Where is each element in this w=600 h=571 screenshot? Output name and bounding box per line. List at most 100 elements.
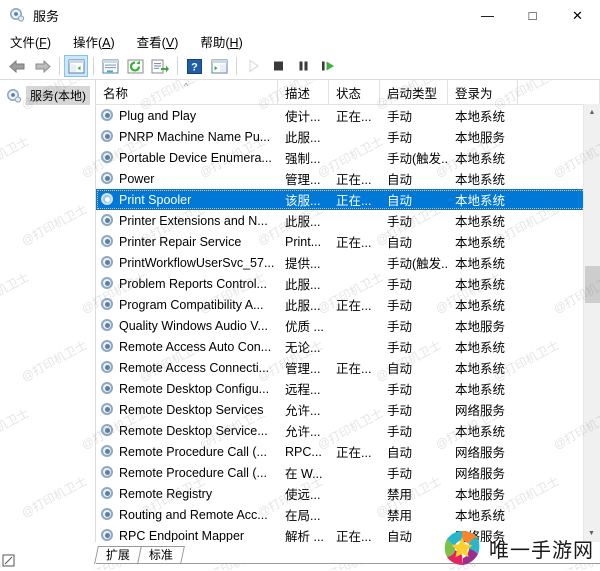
service-row[interactable]: Plug and Play使计...正在...手动本地系统: [96, 105, 600, 126]
column-header-logon[interactable]: 登录为: [448, 80, 518, 104]
scrollbar-thumb[interactable]: [585, 266, 600, 302]
service-gear-icon: [100, 360, 115, 375]
service-row[interactable]: Quality Windows Audio V...优质 ...手动本地服务: [96, 315, 600, 336]
column-header-state[interactable]: 状态: [329, 80, 380, 104]
service-description-cell: 远程...: [278, 378, 329, 399]
play-triangle-icon: [247, 59, 260, 73]
arrow-right-icon: [33, 59, 52, 74]
service-logon-as-cell: 本地系统: [448, 210, 518, 231]
service-status-cell: [329, 378, 380, 399]
toolbar-separator: [59, 57, 60, 75]
service-description-cell: RPC...: [278, 441, 329, 462]
service-row[interactable]: Remote Access Connecti...管理...正在...自动本地系…: [96, 357, 600, 378]
service-row[interactable]: Remote Desktop Service...允许...手动本地系统: [96, 420, 600, 441]
maximize-button[interactable]: □: [510, 0, 555, 30]
service-name-label: Power: [119, 172, 154, 186]
forward-button[interactable]: [30, 55, 54, 77]
service-gear-icon: [100, 318, 115, 333]
service-logon-as-cell: 本地系统: [448, 147, 518, 168]
service-logon-as-cell: 本地系统: [448, 336, 518, 357]
tab-extended[interactable]: 扩展: [94, 546, 142, 564]
back-button[interactable]: [5, 55, 29, 77]
service-name-label: Remote Desktop Services: [119, 403, 264, 417]
export-list-button[interactable]: [148, 55, 172, 77]
start-service-button[interactable]: [241, 55, 265, 77]
service-name-label: Remote Desktop Service...: [119, 424, 268, 438]
properties-button[interactable]: [98, 55, 122, 77]
pause-service-button[interactable]: [291, 55, 315, 77]
scroll-up-arrow-icon[interactable]: ▲: [584, 104, 600, 121]
service-name-cell: Quality Windows Audio V...: [96, 315, 278, 336]
service-logon-as-cell: 本地系统: [448, 420, 518, 441]
service-startup-type-cell: 自动: [380, 189, 448, 210]
sort-ascending-icon: ^: [184, 81, 188, 91]
refresh-button[interactable]: [123, 55, 147, 77]
close-button[interactable]: ✕: [555, 0, 600, 30]
service-row[interactable]: Program Compatibility A...此服...正在...手动本地…: [96, 294, 600, 315]
service-startup-type-cell: 手动: [380, 315, 448, 336]
brand-text: 唯一手游网: [489, 534, 594, 563]
service-description-cell: 管理...: [278, 168, 329, 189]
service-status-cell: [329, 399, 380, 420]
service-gear-icon: [100, 339, 115, 354]
service-description-cell: 无论...: [278, 336, 329, 357]
service-row[interactable]: PrintWorkflowUserSvc_57...提供...手动(触发...本…: [96, 252, 600, 273]
service-name-cell: Remote Procedure Call (...: [96, 462, 278, 483]
service-name-cell: Power: [96, 168, 278, 189]
service-startup-type-cell: 自动: [380, 168, 448, 189]
restart-play-icon: [321, 59, 336, 73]
help-button[interactable]: ?: [182, 55, 206, 77]
service-row[interactable]: Print Spooler该服...正在...自动本地系统: [96, 189, 600, 210]
show-action-pane-button[interactable]: [207, 55, 231, 77]
service-row[interactable]: Remote Desktop Configu...远程...手动本地系统: [96, 378, 600, 399]
service-name-cell: Remote Desktop Service...: [96, 420, 278, 441]
minimize-button[interactable]: —: [465, 0, 510, 30]
service-row[interactable]: Remote Procedure Call (...在 W...手动网络服务: [96, 462, 600, 483]
service-status-cell: [329, 315, 380, 336]
column-header-desc[interactable]: 描述: [278, 80, 329, 104]
service-gear-icon: [100, 129, 115, 144]
column-header-startup[interactable]: 启动类型: [380, 80, 448, 104]
restart-service-button[interactable]: [316, 55, 340, 77]
sidebar-item-services-local[interactable]: 服务(本地): [0, 86, 95, 105]
service-row[interactable]: Routing and Remote Acc...在局...禁用本地系统: [96, 504, 600, 525]
service-logon-as-cell: 本地系统: [448, 189, 518, 210]
console-tree-pane: 服务(本地): [0, 80, 96, 542]
service-name-label: RPC Endpoint Mapper: [119, 529, 244, 543]
menu-view[interactable]: 查看(V): [137, 30, 190, 53]
service-row[interactable]: Remote Access Auto Con...无论...手动本地系统: [96, 336, 600, 357]
tab-standard[interactable]: 标准: [137, 546, 185, 564]
service-startup-type-cell: 自动: [380, 357, 448, 378]
service-row[interactable]: Portable Device Enumera...强制...手动(触发...本…: [96, 147, 600, 168]
stop-service-button[interactable]: [266, 55, 290, 77]
service-row[interactable]: Problem Reports Control...此服...手动本地系统: [96, 273, 600, 294]
vertical-scrollbar[interactable]: ▲ ▼: [583, 104, 600, 542]
menu-help[interactable]: 帮助(H): [200, 30, 253, 53]
service-name-label: Plug and Play: [119, 109, 196, 123]
service-startup-type-cell: 手动: [380, 210, 448, 231]
service-startup-type-cell: 手动: [380, 336, 448, 357]
service-row[interactable]: Remote Registry使远...禁用本地服务: [96, 483, 600, 504]
menu-file[interactable]: 文件(F): [10, 30, 62, 53]
service-row[interactable]: Printer Repair ServicePrint...正在...自动本地系…: [96, 231, 600, 252]
service-status-cell: 正在...: [329, 441, 380, 462]
menu-bar: 文件(F) 操作(A) 查看(V) 帮助(H): [0, 30, 600, 53]
tab-label: 扩展: [106, 547, 130, 564]
service-row[interactable]: PNRP Machine Name Pu...此服...手动本地服务: [96, 126, 600, 147]
service-logon-as-cell: 本地系统: [448, 105, 518, 126]
service-logon-as-cell: 本地系统: [448, 294, 518, 315]
service-row[interactable]: Power管理...正在...自动本地系统: [96, 168, 600, 189]
service-row[interactable]: Remote Procedure Call (...RPC...正在...自动网…: [96, 441, 600, 462]
show-hide-console-tree-button[interactable]: [64, 55, 88, 77]
column-header-name[interactable]: 名称^: [96, 80, 278, 104]
service-row[interactable]: Remote Desktop Services允许...手动网络服务: [96, 399, 600, 420]
service-name-label: Quality Windows Audio V...: [119, 319, 268, 333]
status-corner-icon: [2, 554, 16, 568]
service-description-cell: 提供...: [278, 252, 329, 273]
services-list-pane: 名称^描述状态启动类型登录为 Plug and Play使计...正在...手动…: [96, 80, 600, 542]
console-tree-icon: [68, 59, 85, 74]
service-row[interactable]: Printer Extensions and N...此服...手动本地系统: [96, 210, 600, 231]
service-startup-type-cell: 自动: [380, 441, 448, 462]
service-status-cell: 正在...: [329, 189, 380, 210]
menu-action[interactable]: 操作(A): [73, 30, 126, 53]
